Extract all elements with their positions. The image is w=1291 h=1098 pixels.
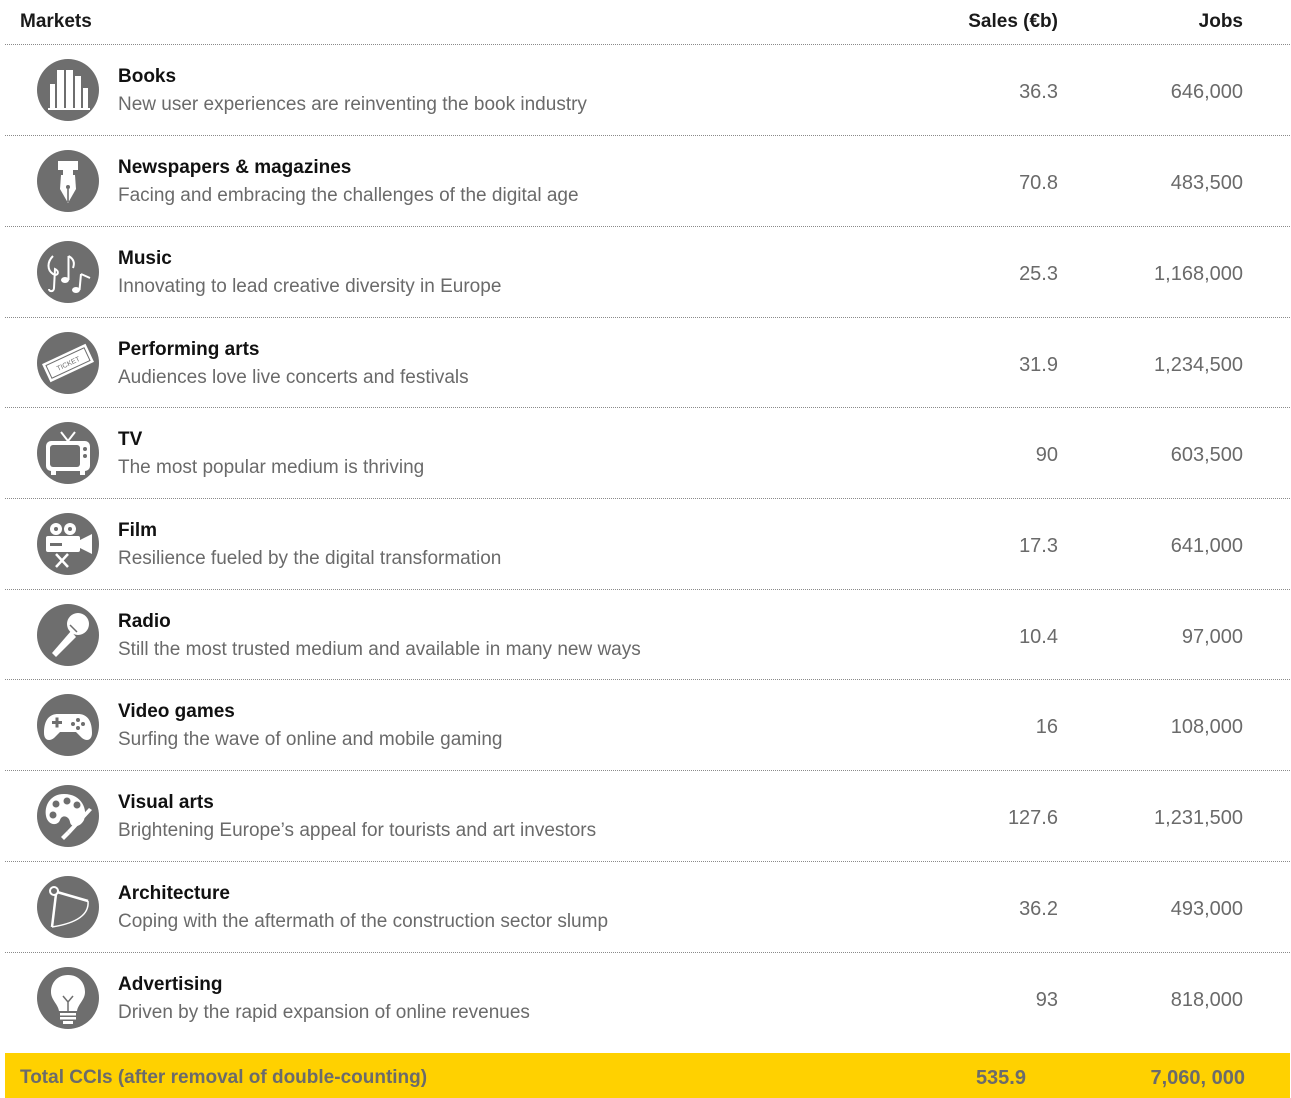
jobs-value: 483,500: [1170, 172, 1243, 194]
table-row: Video games Surfing the wave of online a…: [0, 680, 1291, 771]
sales-value: 36.3: [1019, 81, 1058, 103]
sales-value: 36.2: [1019, 898, 1058, 920]
market-description: The most popular medium is thriving: [118, 457, 425, 478]
sales-value: 70.8: [1019, 172, 1058, 194]
ticket-icon: TICKET: [36, 331, 100, 395]
tv-icon: [36, 421, 100, 485]
jobs-value: 1,234,500: [1154, 354, 1243, 376]
table-header: Markets Sales (€b) Jobs: [0, 0, 1291, 44]
table-row: Music Innovating to lead creative divers…: [0, 227, 1291, 318]
total-sales-value: 535.9: [975, 1067, 1026, 1089]
jobs-value: 97,000: [1181, 626, 1243, 648]
sales-value: 127.6: [1007, 807, 1058, 829]
market-name: Music: [118, 248, 172, 269]
microphone-icon: [36, 603, 100, 667]
sales-value: 10.4: [1019, 626, 1058, 648]
market-description: Resilience fueled by the digital transfo…: [118, 548, 502, 569]
sales-value: 90: [1035, 444, 1058, 466]
sales-column-header: Sales (€b): [968, 11, 1058, 32]
market-name: Newspapers & magazines: [118, 157, 352, 178]
lightbulb-icon: [36, 966, 100, 1030]
table-row: Books New user experiences are reinventi…: [0, 45, 1291, 136]
market-description: Surfing the wave of online and mobile ga…: [118, 729, 503, 750]
table-row: Radio Still the most trusted medium and …: [0, 590, 1291, 681]
sales-value: 25.3: [1019, 263, 1058, 285]
jobs-value: 603,500: [1170, 444, 1243, 466]
market-description: Driven by the rapid expansion of online …: [118, 1002, 530, 1023]
sales-value: 31.9: [1019, 354, 1058, 376]
table-row: Architecture Coping with the aftermath o…: [0, 862, 1291, 953]
market-name: Radio: [118, 611, 171, 632]
gamepad-icon: [36, 693, 100, 757]
market-description: Innovating to lead creative diversity in…: [118, 276, 502, 297]
market-name: Books: [118, 66, 177, 87]
jobs-value: 493,000: [1170, 898, 1243, 920]
market-name: Performing arts: [118, 339, 260, 360]
market-description: Coping with the aftermath of the constru…: [118, 911, 609, 932]
market-description: Facing and embracing the challenges of t…: [118, 185, 579, 206]
market-name: Video games: [118, 701, 235, 722]
jobs-value: 108,000: [1170, 716, 1243, 738]
jobs-value: 1,231,500: [1154, 807, 1243, 829]
sales-value: 17.3: [1019, 535, 1058, 557]
jobs-value: 1,168,000: [1154, 263, 1243, 285]
total-jobs-value: 7,060, 000: [1150, 1067, 1245, 1089]
markets-column-header: Markets: [20, 11, 92, 32]
palette-icon: [36, 784, 100, 848]
market-name: TV: [118, 429, 143, 450]
jobs-value: 646,000: [1170, 81, 1243, 103]
sales-value: 16: [1035, 716, 1058, 738]
market-description: New user experiences are reinventing the…: [118, 94, 587, 115]
table-row: Newspapers & magazines Facing and embrac…: [0, 136, 1291, 227]
music-notes-icon: [36, 240, 100, 304]
books-icon: [36, 58, 100, 122]
market-description: Brightening Europe’s appeal for tourists…: [118, 820, 597, 841]
market-description: Audiences love live concerts and festiva…: [118, 367, 469, 388]
compass-icon: [36, 875, 100, 939]
table-row: Film Resilience fueled by the digital tr…: [0, 499, 1291, 590]
market-description: Still the most trusted medium and availa…: [118, 639, 641, 660]
jobs-value: 641,000: [1170, 535, 1243, 557]
fountain-pen-icon: [36, 149, 100, 213]
market-name: Film: [118, 520, 158, 541]
markets-table: Markets Sales (€b) Jobs Books New user e…: [0, 0, 1291, 1098]
table-row: TICKET Performing arts Audiences love li…: [0, 318, 1291, 409]
table-row: Visual arts Brightening Europe’s appeal …: [0, 771, 1291, 862]
table-row: TV The most popular medium is thriving 9…: [0, 408, 1291, 499]
market-name: Advertising: [118, 974, 223, 995]
total-row: Total CCIs (after removal of double-coun…: [5, 1053, 1290, 1098]
total-label: Total CCIs (after removal of double-coun…: [20, 1067, 428, 1088]
market-name: Architecture: [118, 883, 230, 904]
market-name: Visual arts: [118, 792, 214, 813]
film-camera-icon: [36, 512, 100, 576]
sales-value: 93: [1035, 989, 1058, 1011]
jobs-column-header: Jobs: [1198, 11, 1243, 32]
jobs-value: 818,000: [1170, 989, 1243, 1011]
table-row: Advertising Driven by the rapid expansio…: [0, 953, 1291, 1044]
